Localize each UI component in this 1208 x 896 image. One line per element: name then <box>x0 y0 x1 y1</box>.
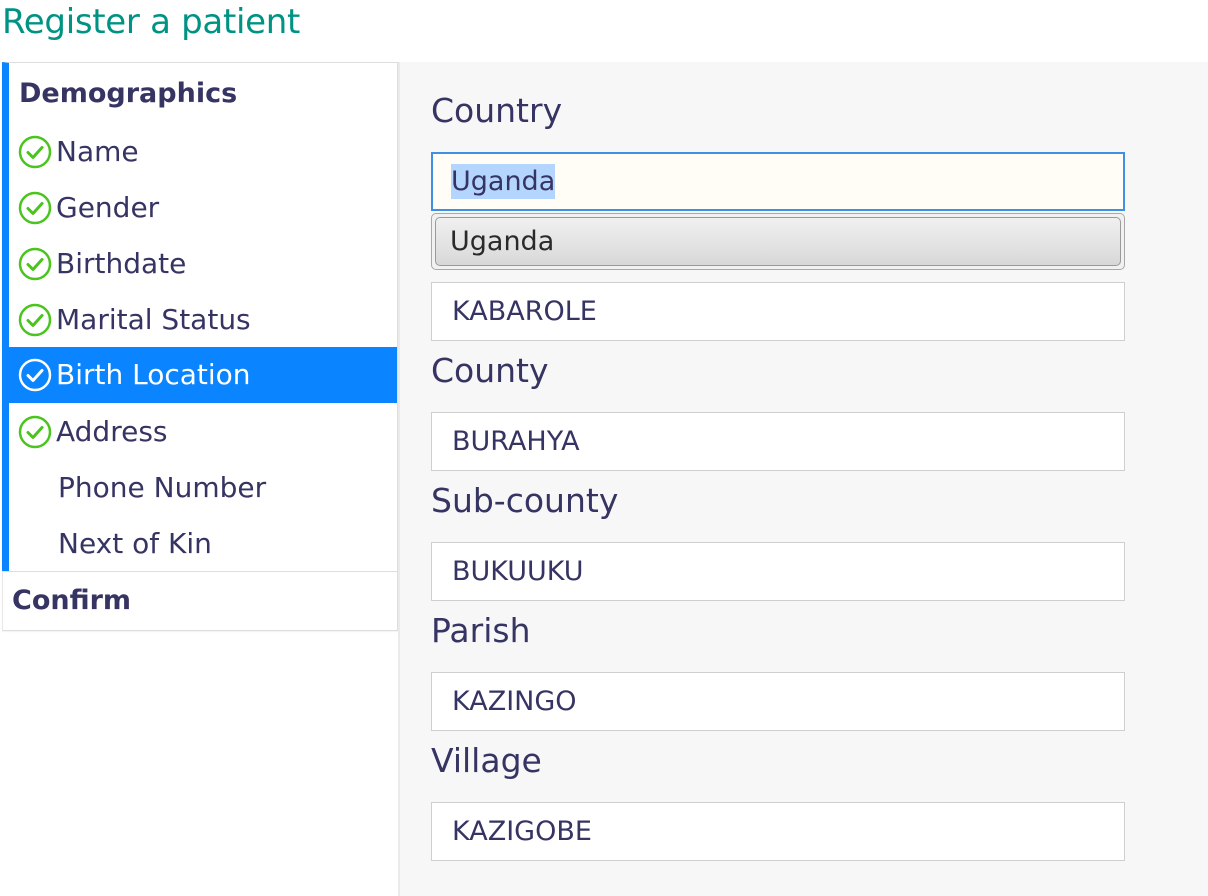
address-form-panel: Country Uganda Uganda KABAROLE County BU… <box>398 62 1208 896</box>
parish-input[interactable]: KAZINGO <box>431 672 1125 731</box>
check-circle-icon <box>18 415 52 449</box>
country-autocomplete-dropdown: Uganda <box>431 213 1125 270</box>
nav-item-label: Address <box>56 415 168 448</box>
nav-item-next-of-kin[interactable]: Next of Kin <box>9 516 397 572</box>
check-circle-icon <box>18 358 52 392</box>
county-label: County <box>431 351 549 390</box>
nav-item-gender[interactable]: Gender <box>9 180 397 236</box>
nav-item-label: Marital Status <box>56 303 251 336</box>
nav-heading-confirm[interactable]: Confirm <box>12 584 131 618</box>
page-title: Register a patient <box>2 2 301 42</box>
subcounty-label: Sub-county <box>431 481 619 520</box>
village-input[interactable]: KAZIGOBE <box>431 802 1125 861</box>
autocomplete-option[interactable]: Uganda <box>435 217 1121 266</box>
country-input[interactable]: Uganda <box>431 152 1125 211</box>
check-circle-icon <box>18 135 52 169</box>
village-label: Village <box>431 741 542 780</box>
district-input[interactable]: KABAROLE <box>431 282 1125 341</box>
nav-item-birth-location[interactable]: Birth Location <box>9 347 397 403</box>
country-input-value: Uganda <box>451 164 556 199</box>
nav-item-address[interactable]: Address <box>9 404 397 460</box>
nav-item-phone-number[interactable]: Phone Number <box>9 460 397 516</box>
registration-nav: Demographics Name Gender Birthdate Marit… <box>2 62 398 631</box>
nav-item-label: Name <box>56 135 139 168</box>
check-circle-icon <box>18 247 52 281</box>
nav-item-label: Phone Number <box>58 471 267 504</box>
nav-item-marital-status[interactable]: Marital Status <box>9 292 397 348</box>
nav-item-birthdate[interactable]: Birthdate <box>9 236 397 292</box>
parish-label: Parish <box>431 611 531 650</box>
nav-section-confirm: Confirm <box>2 571 398 631</box>
check-circle-icon <box>18 303 52 337</box>
nav-item-label: Next of Kin <box>58 527 212 560</box>
nav-heading-demographics[interactable]: Demographics <box>19 77 237 111</box>
check-circle-icon <box>18 191 52 225</box>
subcounty-input[interactable]: BUKUUKU <box>431 542 1125 601</box>
country-label: Country <box>431 91 563 130</box>
nav-item-label: Birthdate <box>56 247 187 280</box>
nav-section-demographics: Demographics Name Gender Birthdate Marit… <box>2 62 398 571</box>
county-input[interactable]: BURAHYA <box>431 412 1125 471</box>
nav-item-label: Gender <box>56 191 160 224</box>
nav-item-name[interactable]: Name <box>9 124 397 180</box>
nav-item-label: Birth Location <box>56 358 251 391</box>
